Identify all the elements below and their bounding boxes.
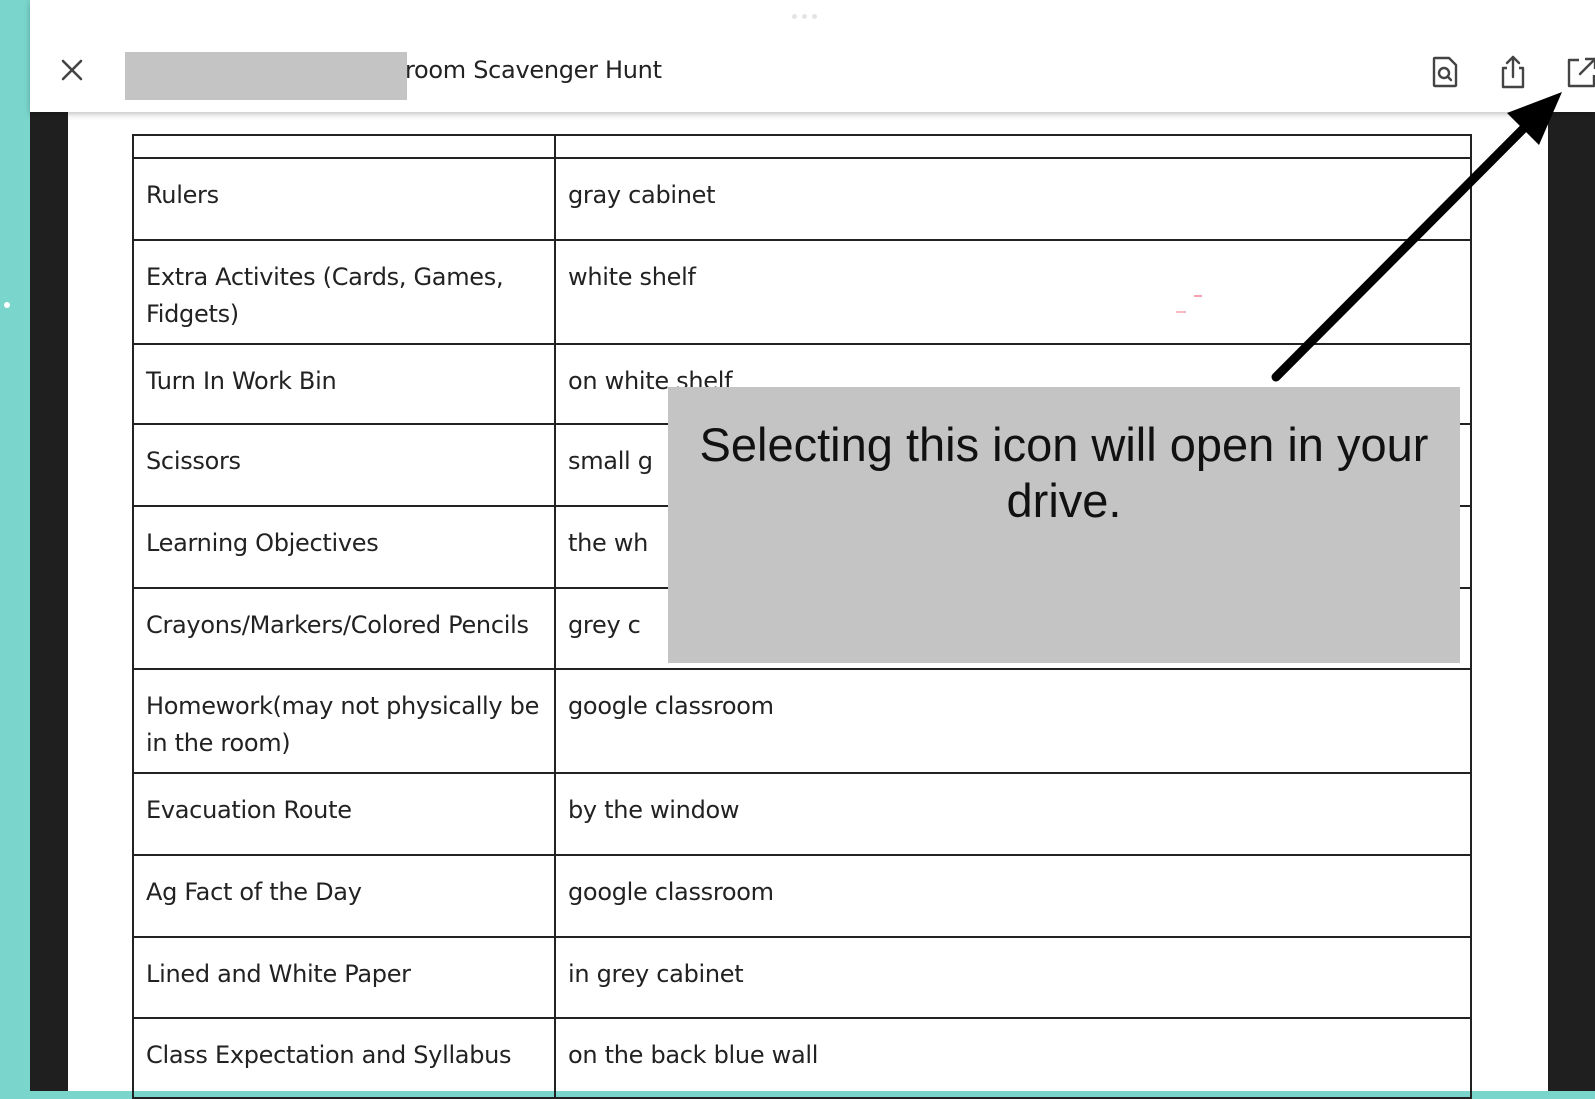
item-cell: Evacuation Route: [132, 772, 556, 856]
background-strip: [0, 0, 30, 1091]
close-icon: [61, 59, 83, 81]
open-in-new-icon: [1567, 57, 1595, 88]
location-cell: on the back blue wall: [554, 1017, 1472, 1099]
table-row: [132, 134, 1472, 159]
location-cell: google classroom: [554, 668, 1472, 774]
table-row: Ag Fact of the Day google classroom: [132, 854, 1472, 938]
drag-handle[interactable]: [792, 14, 817, 19]
item-cell: Turn In Work Bin: [132, 343, 556, 425]
item-cell: Lined and White Paper: [132, 936, 556, 1019]
location-cell: gray cabinet: [554, 157, 1472, 241]
document-title: room Scavenger Hunt: [405, 56, 662, 84]
item-cell: Class Expectation and Syllabus: [132, 1017, 556, 1099]
location-cell: google classroom: [554, 854, 1472, 938]
table-cell: [132, 134, 556, 159]
viewer-toolbar: room Scavenger Hunt: [30, 0, 1595, 112]
decorative-dot: [4, 302, 10, 308]
item-cell: Learning Objectives: [132, 505, 556, 589]
close-button[interactable]: [54, 52, 90, 88]
item-cell: Crayons/Markers/Colored Pencils: [132, 587, 556, 670]
annotation-callout: Selecting this icon will open in your dr…: [668, 387, 1460, 663]
table-row: Lined and White Paper in grey cabinet: [132, 936, 1472, 1019]
find-in-document-icon: [1432, 56, 1458, 88]
location-cell: in grey cabinet: [554, 936, 1472, 1019]
redacted-title-block: [125, 52, 407, 100]
table-row: Rulers gray cabinet: [132, 157, 1472, 241]
open-in-new-button[interactable]: [1564, 54, 1595, 90]
find-in-document-button[interactable]: [1428, 54, 1462, 90]
location-cell: white shelf: [554, 239, 1472, 345]
table-row: Evacuation Route by the window: [132, 772, 1472, 856]
share-button[interactable]: [1496, 54, 1530, 90]
table-cell: [554, 134, 1472, 159]
location-cell: by the window: [554, 772, 1472, 856]
table-row: Class Expectation and Syllabus on the bac…: [132, 1017, 1472, 1099]
annotation-text: Selecting this icon will open in your dr…: [699, 418, 1429, 527]
item-cell: Rulers: [132, 157, 556, 241]
share-icon: [1501, 55, 1525, 89]
table-row: Extra Activites (Cards, Games, Fidgets) w…: [132, 239, 1472, 345]
stray-marks: [1176, 295, 1202, 313]
item-cell: Extra Activites (Cards, Games, Fidgets): [132, 239, 556, 345]
item-cell: Homework(may not physically be in the ro…: [132, 668, 556, 774]
item-cell: Ag Fact of the Day: [132, 854, 556, 938]
item-cell: Scissors: [132, 423, 556, 507]
table-row: Homework(may not physically be in the ro…: [132, 668, 1472, 774]
